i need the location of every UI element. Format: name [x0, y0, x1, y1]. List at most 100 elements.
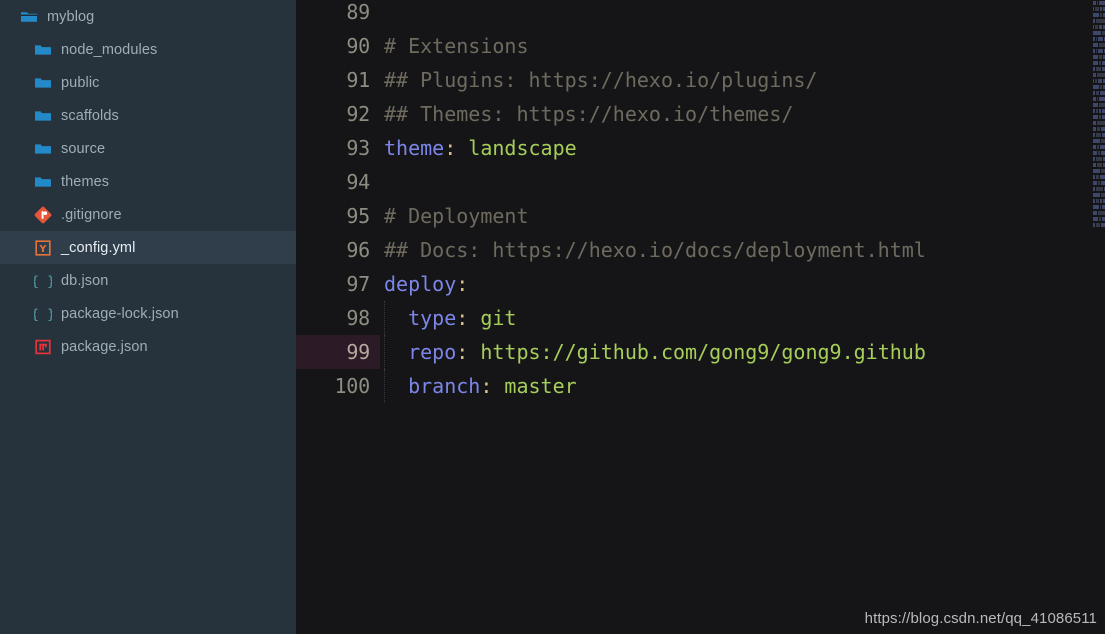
file-tree-item-public[interactable]: public [0, 66, 296, 99]
line-number: 100 [334, 374, 370, 398]
minimap-segment [1093, 181, 1097, 185]
minimap-segment [1098, 43, 1105, 47]
file-tree-item-db-json[interactable]: { } db.json [0, 264, 296, 297]
minimap-segment [1093, 97, 1096, 101]
code-line[interactable]: 99 repo: https://github.com/gong9/gong9.… [296, 335, 1105, 369]
code-token-comment: ## Plugins: https://hexo.io/plugins/ [384, 68, 818, 92]
minimap-segment [1095, 7, 1100, 11]
file-tree-item-config-yml[interactable]: Y _config.yml [0, 231, 296, 264]
minimap-segment [1096, 187, 1103, 191]
code-token-value: https://github.com/gong9/gong9.github [468, 340, 926, 364]
minimap-segment [1093, 199, 1095, 203]
file-tree-item-myblog[interactable]: myblog [0, 0, 296, 33]
code-editor[interactable]: 89 90 # Extensions 91 ## Plugins: https://he… [296, 0, 1105, 634]
code-token-comment: # Extensions [384, 34, 529, 58]
code-token-key: type [384, 306, 457, 330]
yaml-icon: Y [34, 239, 52, 257]
code-token-comment: ## Themes: https://hexo.io/themes/ [384, 102, 794, 126]
code-line[interactable]: 95 # Deployment [296, 199, 1105, 233]
code-line[interactable]: 92 ## Themes: https://hexo.io/themes/ [296, 97, 1105, 131]
code-line[interactable]: 90 # Extensions [296, 29, 1105, 63]
minimap-segment [1098, 79, 1102, 83]
minimap-segment [1093, 25, 1095, 29]
file-tree-item-package-json[interactable]: package.json [0, 330, 296, 363]
file-explorer-sidebar: myblog node_modulespublic scaffolds source t… [0, 0, 296, 634]
file-tree: myblog node_modulespublic scaffolds source t… [0, 0, 296, 363]
vscode-window: myblog node_modulespublic scaffolds source t… [0, 0, 1105, 634]
code-line[interactable]: 97 deploy: [296, 267, 1105, 301]
minimap-segment [1099, 199, 1103, 203]
indent-guide [384, 335, 386, 369]
minimap-segment [1097, 163, 1102, 167]
line-number: 90 [346, 34, 370, 58]
minimap-segment [1099, 61, 1101, 65]
minimap-segment [1098, 217, 1102, 221]
file-tree-item-label: node_modules [61, 41, 158, 58]
file-tree-item-themes[interactable]: themes [0, 165, 296, 198]
minimap-segment [1093, 55, 1098, 59]
minimap-segment [1101, 151, 1105, 155]
minimap-segment [1100, 91, 1105, 95]
file-tree-item-label: themes [61, 173, 110, 190]
code-line[interactable]: 100 branch: master [296, 369, 1105, 403]
minimap-segment [1093, 1, 1096, 5]
file-tree-item-package-lock-json[interactable]: { } package-lock.json [0, 297, 296, 330]
folder-icon [34, 74, 52, 92]
minimap-segment [1097, 49, 1103, 53]
code-line-content[interactable]: theme: landscape [380, 131, 1105, 165]
code-lines[interactable]: 89 90 # Extensions 91 ## Plugins: https://he… [296, 0, 1105, 403]
svg-text:{ }: { } [34, 306, 52, 322]
minimap-segment [1100, 127, 1105, 131]
json-icon: { } [34, 305, 52, 323]
code-line-content[interactable]: ## Themes: https://hexo.io/themes/ [380, 97, 1105, 131]
minimap-segment [1096, 109, 1099, 113]
minimap-segment [1096, 67, 1102, 71]
minimap-segment [1093, 193, 1100, 197]
code-line-content[interactable]: ## Plugins: https://hexo.io/plugins/ [380, 63, 1105, 97]
minimap-segment [1099, 175, 1105, 179]
line-number: 94 [346, 170, 370, 194]
code-line[interactable]: 91 ## Plugins: https://hexo.io/plugins/ [296, 63, 1105, 97]
file-tree-item-label: myblog [47, 8, 95, 25]
minimap-segment [1096, 145, 1099, 149]
svg-text:{ }: { } [34, 273, 52, 289]
code-line-content[interactable]: type: git [380, 301, 1105, 335]
minimap-segment [1099, 115, 1101, 119]
line-number: 92 [346, 102, 370, 126]
code-line-content[interactable]: deploy: [380, 267, 1105, 301]
minimap-segment [1101, 139, 1105, 143]
minimap-segment [1093, 121, 1096, 125]
minimap-segment [1093, 163, 1097, 167]
code-line-content[interactable]: ## Docs: https://hexo.io/docs/deployment… [380, 233, 1105, 267]
code-token-value: git [468, 306, 517, 330]
file-tree-item-node-modules[interactable]: node_modules [0, 33, 296, 66]
minimap-segment [1097, 73, 1105, 77]
minimap-segment [1097, 127, 1100, 131]
code-line[interactable]: 98 type: git [296, 301, 1105, 335]
minimap-segment [1093, 67, 1096, 71]
code-line-content[interactable]: # Extensions [380, 29, 1105, 63]
code-line-content[interactable]: repo: https://github.com/gong9/gong9.git… [380, 335, 1105, 369]
code-line-content[interactable]: # Deployment [380, 199, 1105, 233]
editor-minimap[interactable] [1092, 0, 1105, 634]
minimap-segment [1093, 73, 1097, 77]
code-token-key: repo [384, 340, 457, 364]
minimap-segment [1095, 223, 1101, 227]
minimap-segment [1098, 211, 1105, 215]
code-token-comment: ## Docs: https://hexo.io/docs/deployment… [384, 238, 926, 262]
file-tree-item-source[interactable]: source [0, 132, 296, 165]
minimap-segment [1093, 61, 1099, 65]
file-tree-item-gitignore[interactable]: .gitignore [0, 198, 296, 231]
file-tree-item-label: db.json [61, 272, 109, 289]
code-line[interactable]: 96 ## Docs: https://hexo.io/docs/deployme… [296, 233, 1105, 267]
code-line[interactable]: 94 [296, 165, 1105, 199]
code-line-content[interactable]: branch: master [380, 369, 1105, 403]
minimap-segment [1099, 205, 1102, 209]
file-tree-item-scaffolds[interactable]: scaffolds [0, 99, 296, 132]
minimap-segment [1100, 193, 1105, 197]
code-line[interactable]: 93 theme: landscape [296, 131, 1105, 165]
minimap-segment [1093, 85, 1099, 89]
minimap-segment [1093, 49, 1095, 53]
code-line[interactable]: 89 [296, 0, 1105, 29]
indent-guide [384, 301, 386, 335]
